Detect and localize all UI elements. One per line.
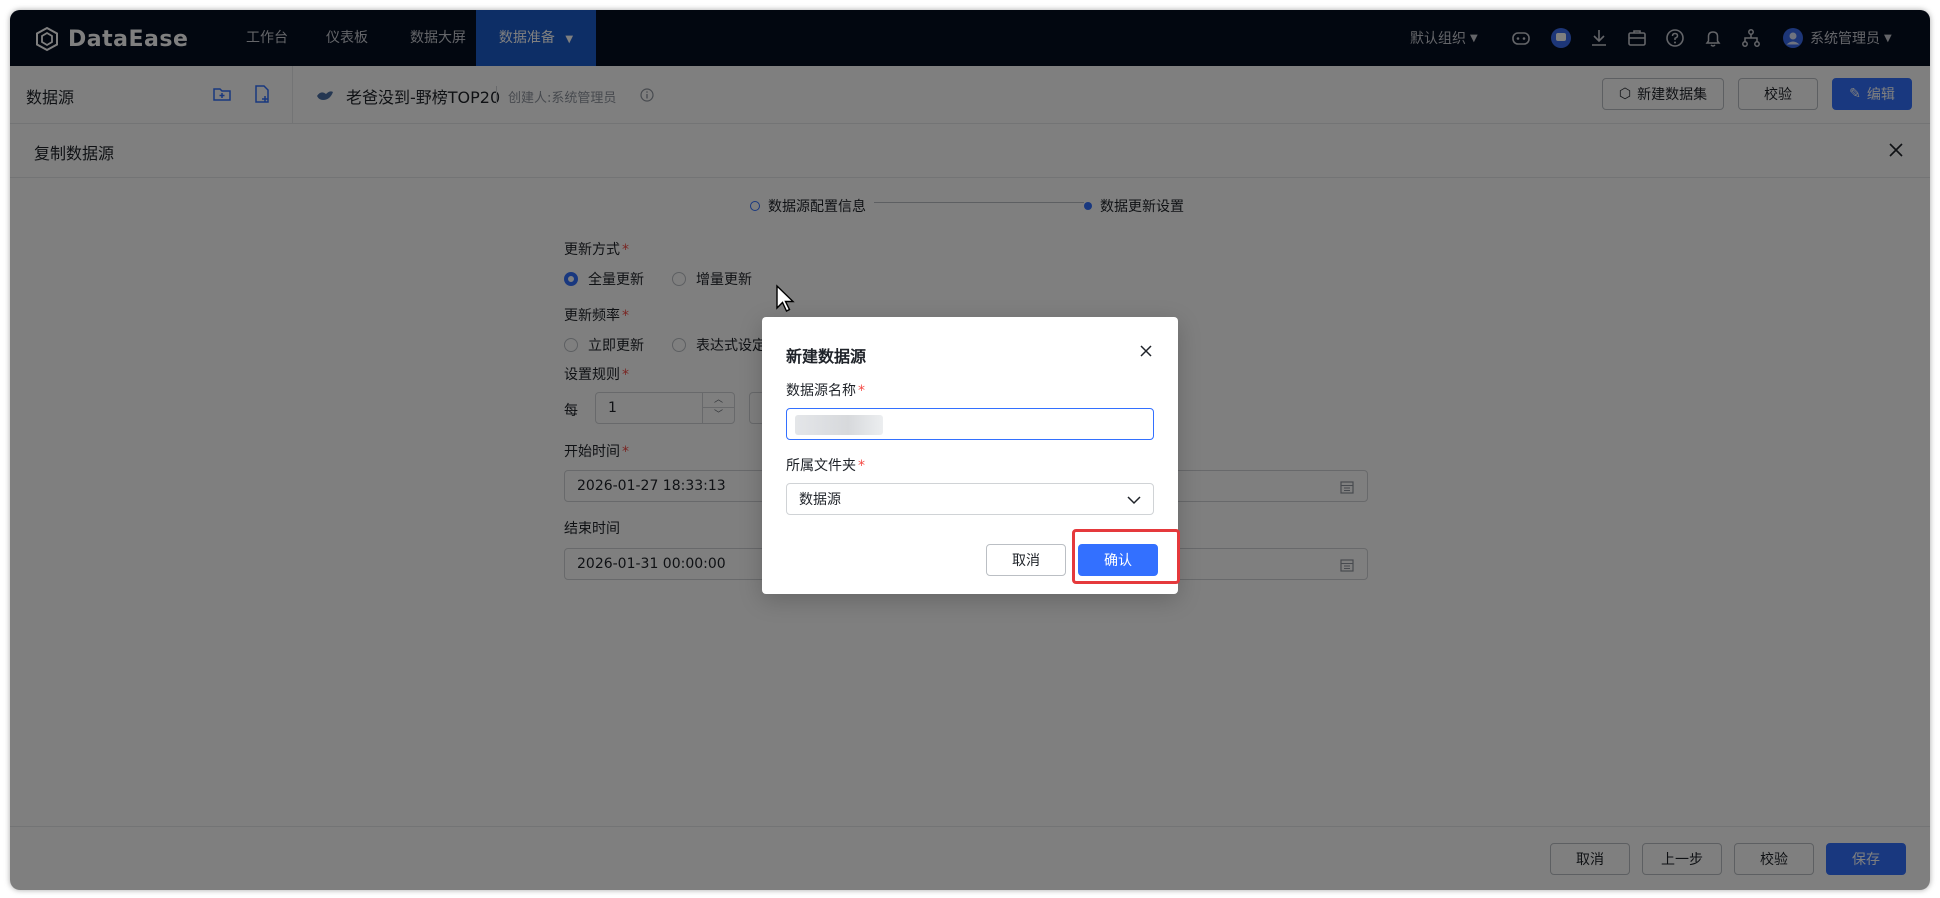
- chevron-down-icon: [1127, 496, 1141, 505]
- blurred-value: [795, 415, 883, 435]
- dialog-title: 新建数据源: [786, 347, 867, 366]
- confirm-highlight: [1072, 529, 1180, 584]
- folder-select[interactable]: 数据源: [786, 483, 1154, 515]
- dialog-cancel-button[interactable]: 取消: [986, 544, 1066, 576]
- app-window: DataEase 工作台 仪表板 数据大屏 数据准备 ▼ 默认组织 ▼: [10, 10, 1930, 890]
- datasource-name-input[interactable]: [786, 408, 1154, 440]
- close-icon[interactable]: [1138, 343, 1154, 359]
- folder-label: 所属文件夹 *: [786, 458, 865, 474]
- name-label: 数据源名称 *: [786, 383, 865, 399]
- dialog-cancel-label: 取消: [1012, 553, 1040, 569]
- mouse-cursor-icon: [776, 284, 795, 312]
- folder-value: 数据源: [799, 492, 841, 508]
